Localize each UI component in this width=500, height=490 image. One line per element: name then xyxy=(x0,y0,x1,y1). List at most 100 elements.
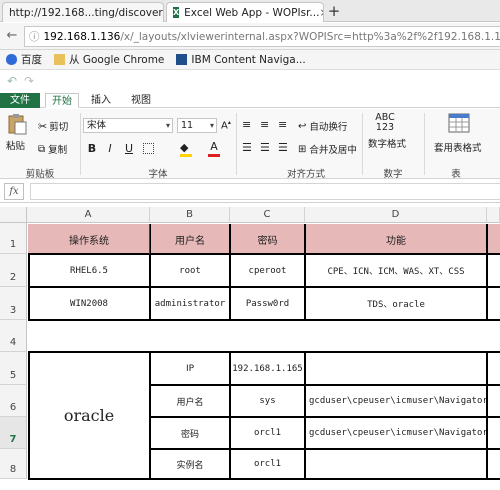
cell-d2[interactable]: CPE、ICN、ICM、WAS、XT、CSS xyxy=(305,254,487,287)
cut-label: 剪切 xyxy=(49,122,69,133)
bookmark-label: 百度 xyxy=(21,54,42,66)
header-cell-extra[interactable] xyxy=(487,224,500,254)
cell-c7[interactable]: orcl1 xyxy=(230,417,305,449)
wrap-text-label: 自动换行 xyxy=(309,122,348,133)
select-all-corner[interactable] xyxy=(0,207,27,223)
copy-icon: ⧉ xyxy=(38,143,46,155)
page-info-icon[interactable]: ⓘ xyxy=(29,29,40,44)
tab-file[interactable]: 文件 xyxy=(0,93,40,108)
cell-c5[interactable]: 192.168.1.165 xyxy=(230,352,305,385)
tab-insert[interactable]: 插入 xyxy=(86,93,116,108)
ribbon-separator xyxy=(424,113,425,175)
cell-b3[interactable]: administrator xyxy=(150,287,230,320)
fx-icon[interactable]: fx xyxy=(4,183,24,200)
cut-button[interactable]: ✂ 剪切 xyxy=(38,119,69,134)
format-as-table-label: 套用表格式 xyxy=(434,143,482,154)
align-right-icon[interactable]: ☰ xyxy=(278,141,288,154)
format-as-table-button[interactable]: 套用表格式 xyxy=(434,113,500,154)
bold-button[interactable]: B xyxy=(86,142,98,156)
cell-a2[interactable]: RHEL6.5 xyxy=(28,254,150,287)
underline-button[interactable]: U xyxy=(123,142,135,156)
row-header-4[interactable]: 4 xyxy=(0,320,27,352)
tab-home[interactable]: 开始 xyxy=(45,93,79,108)
tab-discovery[interactable]: http://192.168...ting/discovery × xyxy=(2,2,164,22)
font-name-select[interactable]: 宋体 ▾ xyxy=(83,118,173,133)
redo-icon[interactable]: ↷ xyxy=(24,74,34,88)
tab-view[interactable]: 视图 xyxy=(126,93,156,108)
border-line xyxy=(150,448,500,450)
italic-button[interactable]: I xyxy=(104,142,116,156)
row-header-2[interactable]: 2 xyxy=(0,254,27,287)
cell-b6[interactable]: 用户名 xyxy=(150,385,230,417)
url-input[interactable]: ⓘ 192.168.1.136/x/_layouts/xlviewerinter… xyxy=(24,26,500,47)
cell-c8[interactable]: orcl1 xyxy=(230,449,305,479)
align-bottom-icon[interactable]: ≡ xyxy=(278,118,287,131)
ibm-icon xyxy=(176,54,188,65)
number-format-button[interactable]: ABC 123 数字格式 xyxy=(368,113,408,151)
row-header-8[interactable]: 8 xyxy=(0,449,27,479)
header-cell-password[interactable]: 密码 xyxy=(230,224,305,254)
bookmark-baidu[interactable]: 百度 xyxy=(6,52,42,67)
font-color-glyph: A xyxy=(210,140,218,153)
cell-b2[interactable]: root xyxy=(150,254,230,287)
formula-input[interactable] xyxy=(30,183,500,200)
column-header-c[interactable]: C xyxy=(230,207,305,223)
row-header-6[interactable]: 6 xyxy=(0,385,27,417)
font-size-select[interactable]: 11 ▾ xyxy=(177,118,217,133)
align-left-icon[interactable]: ☰ xyxy=(242,141,252,154)
column-header-e[interactable] xyxy=(487,207,500,223)
copy-button[interactable]: ⧉ 复制 xyxy=(38,142,68,157)
new-tab-button[interactable]: + xyxy=(326,3,342,19)
column-header-d[interactable]: D xyxy=(305,207,487,223)
borders-icon[interactable] xyxy=(143,143,154,154)
wrap-text-button[interactable]: ↩ 自动换行 xyxy=(298,119,348,134)
font-color-button[interactable]: A xyxy=(208,140,220,157)
paste-button[interactable]: 粘贴 xyxy=(6,113,32,155)
bookmarks-bar: 百度 从 Google Chrome IBM Content Naviga... xyxy=(0,50,500,70)
grow-font-icon[interactable]: A▴ xyxy=(221,119,231,131)
align-middle-icon[interactable]: ≡ xyxy=(260,118,269,131)
close-icon[interactable]: × xyxy=(319,6,323,19)
cell-oracle-merged[interactable]: oracle xyxy=(28,352,150,479)
cell-b8[interactable]: 实例名 xyxy=(150,449,230,479)
cell-d5[interactable] xyxy=(305,352,487,385)
align-center-icon[interactable]: ☰ xyxy=(260,141,270,154)
tab-excel-web-app[interactable]: X Excel Web App - WOPIsr... × xyxy=(166,2,324,22)
align-top-icon[interactable]: ≡ xyxy=(242,118,251,131)
border-line xyxy=(486,351,488,480)
cell-d6[interactable]: gcduser\cpeuser\icmuser\Navigator xyxy=(305,385,487,417)
bookmark-ibm[interactable]: IBM Content Naviga... xyxy=(176,54,306,66)
cell-b7[interactable]: 密码 xyxy=(150,417,230,449)
font-color-swatch xyxy=(208,154,220,157)
cell-b5[interactable]: IP xyxy=(150,352,230,385)
row-header-1[interactable]: 1 xyxy=(0,223,27,254)
column-header-b[interactable]: B xyxy=(150,207,230,223)
header-cell-username[interactable]: 用户名 xyxy=(150,224,230,254)
header-cell-function[interactable]: 功能 xyxy=(305,224,487,254)
cell-c3[interactable]: Passw0rd xyxy=(230,287,305,320)
merge-icon: ⊞ xyxy=(298,143,307,155)
back-arrow-icon[interactable]: ← xyxy=(5,27,19,45)
cell-a3[interactable]: WIN2008 xyxy=(28,287,150,320)
tab-discovery-label: http://192.168...ting/discovery xyxy=(9,6,164,19)
cell-c2[interactable]: cperoot xyxy=(230,254,305,287)
row-header-3[interactable]: 3 xyxy=(0,287,27,320)
merge-center-button[interactable]: ⊞ 合并及居中 xyxy=(298,142,357,157)
border-line xyxy=(229,224,231,320)
chevron-down-icon: ▾ xyxy=(209,121,214,130)
copy-label: 复制 xyxy=(48,145,68,156)
cell-d7[interactable]: gcduser\cpeuser\icmuser\Navigator xyxy=(305,417,487,449)
cell-d8[interactable] xyxy=(305,449,487,479)
row-header-5[interactable]: 5 xyxy=(0,352,27,385)
header-cell-os[interactable]: 操作系统 xyxy=(28,224,150,254)
column-header-a[interactable]: A xyxy=(27,207,150,223)
border-line xyxy=(28,351,500,353)
cell-d3[interactable]: TDS、oracle xyxy=(305,287,487,320)
row-header-7[interactable]: 7 xyxy=(0,417,27,449)
font-group-label: 字体 xyxy=(148,169,168,180)
cell-c6[interactable]: sys xyxy=(230,385,305,417)
table-group-label: 表 xyxy=(451,169,461,180)
bookmark-folder-google[interactable]: 从 Google Chrome xyxy=(54,52,164,67)
undo-icon[interactable]: ↶ xyxy=(7,74,17,88)
fill-color-icon[interactable]: ◆ xyxy=(180,141,192,157)
